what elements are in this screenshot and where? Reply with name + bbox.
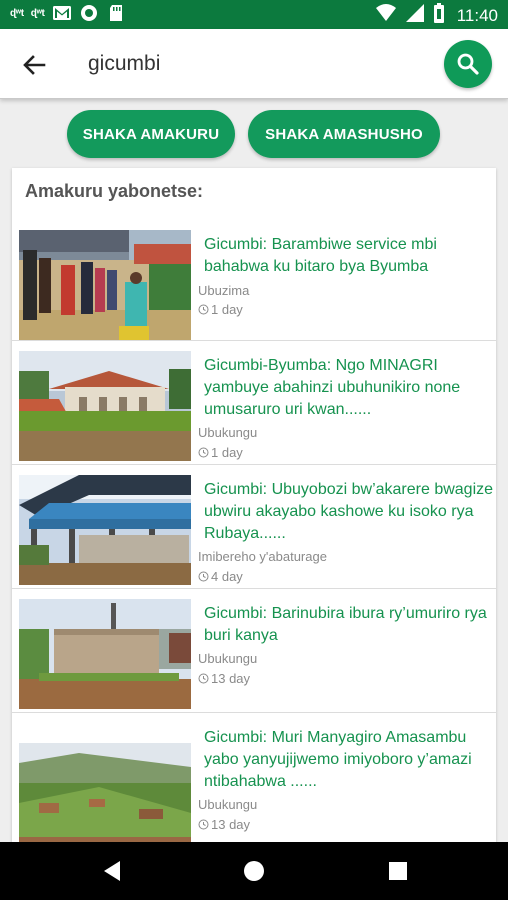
news-time: 13 day (198, 671, 250, 686)
system-nav-bar (0, 842, 508, 900)
nav-back-button[interactable] (98, 857, 126, 885)
back-button[interactable] (18, 49, 50, 81)
news-time-label: 1 day (211, 302, 243, 317)
results-list: Gicumbi: Barambiwe service mbi bahabwa k… (12, 220, 496, 848)
search-app-bar (0, 29, 508, 99)
nav-home-button[interactable] (240, 857, 268, 885)
news-category: Imibereho y'abaturage (198, 549, 327, 564)
news-thumbnail (19, 351, 191, 461)
news-title: Gicumbi-Byumba: Ngo MINAGRI yambuye abah… (204, 357, 461, 418)
news-title: Gicumbi: Barambiwe service mbi bahabwa k… (204, 236, 437, 275)
news-category: Ubukungu (198, 651, 258, 666)
clock-icon (198, 819, 209, 830)
list-item[interactable]: Gicumbi: Ubuyobozi bw’akarere bwagize ub… (12, 465, 496, 589)
list-item[interactable]: Gicumbi-Byumba: Ngo MINAGRI yambuye abah… (12, 341, 496, 465)
search-icon (457, 53, 479, 75)
results-heading: Amakuru yabonetse: (25, 181, 204, 201)
home-nav-icon (244, 861, 264, 881)
news-time-label: 4 day (211, 569, 243, 584)
news-title: Gicumbi: Barinubira ibura ry’umuriro rya… (204, 605, 487, 644)
news-thumbnail (19, 475, 191, 585)
news-time: 1 day (198, 302, 243, 317)
clock-icon (198, 304, 209, 315)
clock-icon (198, 673, 209, 684)
list-item[interactable]: Gicumbi: Barambiwe service mbi bahabwa k… (12, 220, 496, 341)
sync-circle-icon (79, 4, 99, 22)
clock-icon (198, 447, 209, 458)
gmail-icon (52, 4, 72, 22)
back-nav-icon (104, 861, 120, 881)
search-news-button[interactable]: SHAKA AMAKURU (67, 110, 235, 158)
signal-icon (405, 3, 425, 28)
news-time: 13 day (198, 817, 250, 832)
news-category: Ubukungu (198, 425, 258, 440)
clock-icon (198, 571, 209, 582)
recents-nav-icon (389, 862, 407, 880)
news-category: Ubukungu (198, 797, 258, 812)
news-title: Gicumbi: Ubuyobozi bw’akarere bwagize ub… (204, 481, 494, 542)
news-category: Ubuzima (198, 283, 250, 298)
notification-text-2: ɖʷt (30, 7, 45, 19)
search-button[interactable] (444, 40, 492, 88)
news-thumbnail (19, 230, 191, 340)
news-thumbnail (19, 743, 191, 848)
back-arrow-icon (23, 55, 46, 75)
list-item[interactable]: Gicumbi: Barinubira ibura ry’umuriro rya… (12, 589, 496, 713)
news-time-label: 13 day (211, 817, 251, 832)
wifi-icon (375, 3, 397, 28)
news-time-label: 1 day (211, 445, 243, 460)
battery-icon (433, 3, 445, 28)
news-thumbnail (19, 599, 191, 709)
news-title: Gicumbi: Muri Manyagiro Amasambu yabo ya… (204, 729, 472, 790)
clock-time: 11:40 (456, 5, 498, 25)
results-card: Amakuru yabonetse: Gicumbi: Barambiwe se… (12, 168, 496, 848)
news-time: 1 day (198, 445, 243, 460)
news-time-label: 13 day (211, 671, 251, 686)
search-photos-button[interactable]: SHAKA AMASHUSHO (248, 110, 440, 158)
search-input[interactable] (80, 46, 400, 82)
status-bar: ɖʷt ɖʷt 11:40 (0, 0, 508, 29)
list-item[interactable]: Gicumbi: Muri Manyagiro Amasambu yabo ya… (12, 713, 496, 848)
news-time: 4 day (198, 569, 243, 584)
notification-text-1: ɖʷt (10, 7, 24, 19)
sd-card-icon (106, 4, 126, 22)
nav-recents-button[interactable] (384, 857, 412, 885)
